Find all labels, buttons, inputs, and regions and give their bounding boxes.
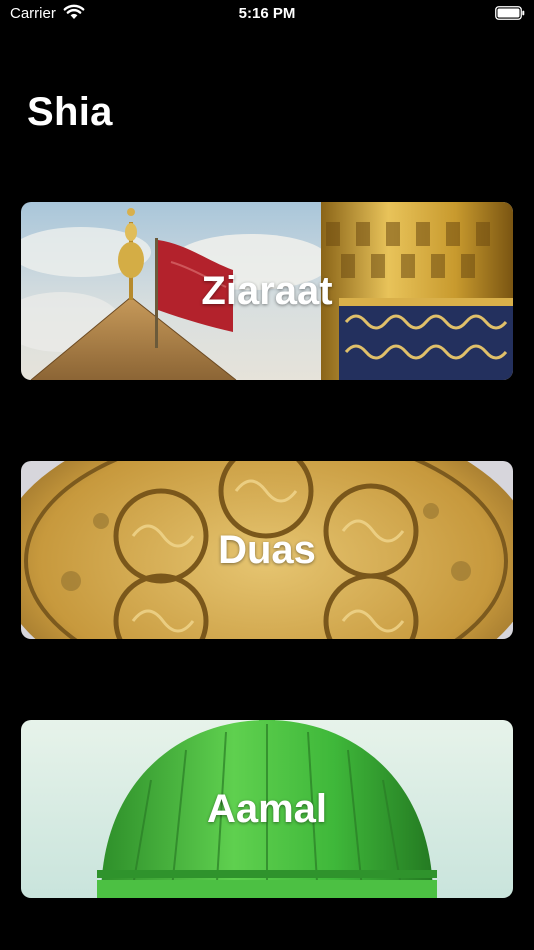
aamal-label: Aamal [206, 786, 328, 831]
page-title: Shia [27, 90, 113, 134]
ziaraat-label: Ziaraat [201, 268, 333, 313]
status-time: 5:16 PM [238, 5, 296, 22]
battery-icon [495, 6, 525, 20]
duas-card[interactable]: Duas [21, 461, 513, 639]
ziaraat-card[interactable]: Ziaraat [21, 202, 513, 380]
aamal-card[interactable]: Aamal [21, 720, 513, 898]
status-bar: Carrier 5:16 PM [0, 0, 534, 28]
duas-label: Duas [218, 527, 316, 572]
